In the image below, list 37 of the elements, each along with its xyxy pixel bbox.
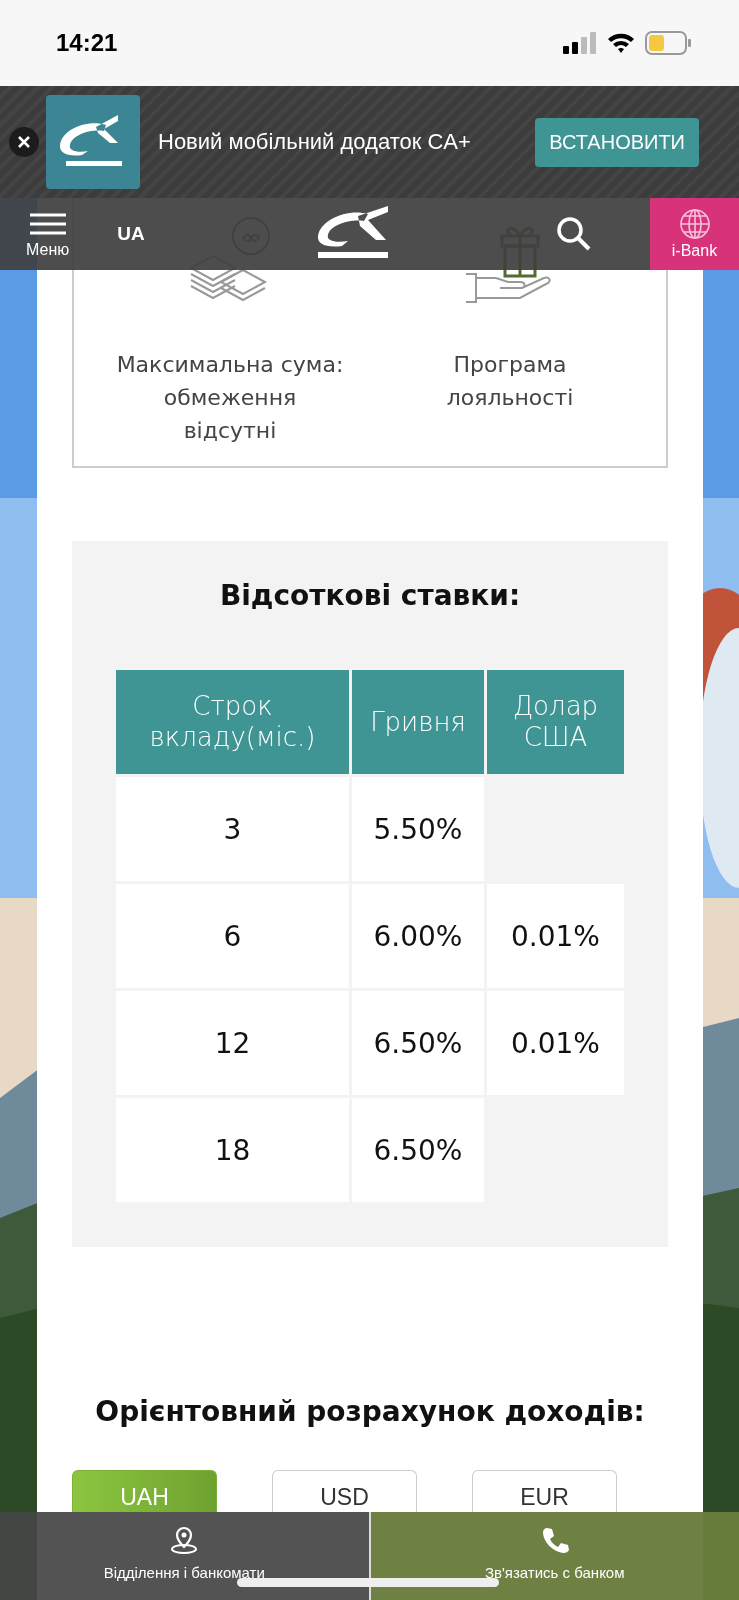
income-title: Орієнтовний розрахунок доходів: <box>95 1395 645 1428</box>
i-bank-button[interactable]: i-Bank <box>650 198 739 270</box>
menu-icon <box>29 213 66 235</box>
table-cell: 6.50% <box>352 991 484 1095</box>
currency-tab[interactable]: EUR <box>472 1470 617 1512</box>
bottom-bar-button[interactable]: Зв'язатись с банком <box>370 1512 739 1600</box>
location-pin-icon <box>170 1526 199 1554</box>
table-cell: 0.01% <box>487 884 624 988</box>
app-logo-icon <box>46 95 140 189</box>
currency-tab[interactable]: USD <box>272 1470 417 1512</box>
banner-title: Новий мобільний додаток CA+ <box>158 128 472 156</box>
table-cell: 5.50% <box>352 777 484 881</box>
feature-text: Максимальна сума: обмеження відсутні <box>115 351 345 445</box>
table-cell: 6 <box>116 884 349 988</box>
bottom-bar-button[interactable]: Відділення і банкомати <box>0 1512 371 1600</box>
search-icon[interactable] <box>555 216 592 252</box>
column-header: Строк вкладу(міс.) <box>116 670 349 774</box>
menu-button[interactable]: Меню <box>26 209 70 259</box>
wifi-icon <box>607 32 635 54</box>
column-header: Долар США <box>487 670 624 774</box>
column-header: Гривня <box>352 670 484 774</box>
table-cell: 12 <box>116 991 349 1095</box>
signal-icon <box>563 32 597 54</box>
table-cell: 0.01% <box>487 991 624 1095</box>
table-cell: 18 <box>116 1098 349 1202</box>
feature-text: Програма лояльності <box>445 351 575 412</box>
install-button[interactable]: ВСТАНОВИТИ <box>535 117 699 167</box>
phone-icon <box>540 1526 569 1554</box>
rates-title: Відсоткові ставки: <box>219 579 521 612</box>
globe-icon <box>678 208 711 240</box>
table-cell: 3 <box>116 777 349 881</box>
battery-icon <box>645 31 691 55</box>
table-cell: 6.00% <box>352 884 484 988</box>
clock: 14:21 <box>56 29 118 57</box>
table-cell: 6.50% <box>352 1098 484 1202</box>
close-icon[interactable] <box>9 127 39 157</box>
language-link[interactable]: UA <box>117 223 145 245</box>
